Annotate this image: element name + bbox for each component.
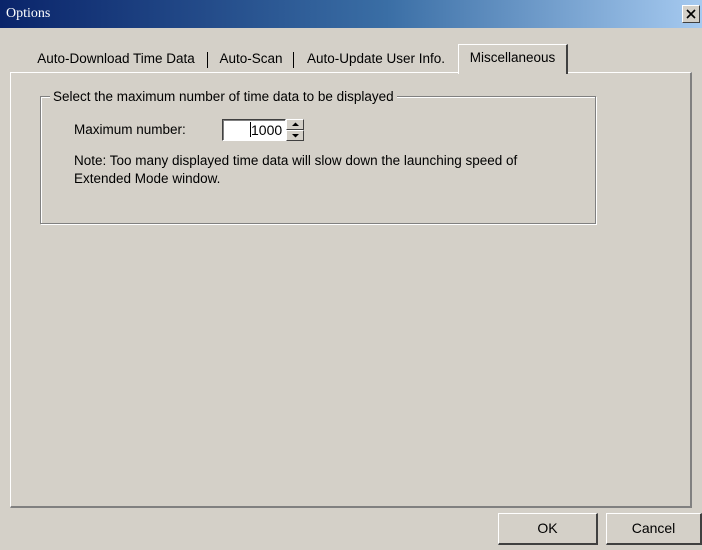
arrow-down-icon bbox=[292, 134, 299, 138]
max-number-label: Maximum number: bbox=[74, 122, 186, 137]
tab-label: Auto-Download Time Data bbox=[37, 51, 195, 66]
close-button[interactable] bbox=[682, 5, 700, 23]
window-title: Options bbox=[6, 6, 51, 21]
spin-up-button[interactable] bbox=[286, 119, 304, 130]
tab-auto-update-user-info[interactable]: Auto-Update User Info. bbox=[294, 46, 458, 74]
tab-auto-download-time-data[interactable]: Auto-Download Time Data bbox=[24, 46, 208, 74]
tab-label: Auto-Scan bbox=[219, 51, 283, 66]
arrow-up-icon bbox=[292, 122, 299, 126]
title-bar[interactable]: Options bbox=[0, 0, 702, 28]
cancel-button[interactable]: Cancel bbox=[606, 513, 702, 545]
spin-down-button[interactable] bbox=[286, 130, 304, 141]
text-caret bbox=[250, 122, 251, 137]
tab-miscellaneous[interactable]: Miscellaneous bbox=[458, 44, 568, 74]
group-title: Select the maximum number of time data t… bbox=[50, 88, 397, 105]
note-text-line1: Note: Too many displayed time data will … bbox=[74, 153, 518, 168]
options-dialog: Options Auto-Download Time Data Auto-Sca… bbox=[0, 0, 702, 550]
ok-button[interactable]: OK bbox=[498, 513, 598, 545]
max-number-input[interactable]: 1000 bbox=[222, 119, 286, 141]
tab-label: Miscellaneous bbox=[469, 50, 556, 65]
note-text-line2: Extended Mode window. bbox=[74, 171, 221, 186]
tab-label: Auto-Update User Info. bbox=[306, 51, 446, 66]
close-icon bbox=[686, 9, 696, 19]
tab-auto-scan[interactable]: Auto-Scan bbox=[208, 46, 294, 74]
